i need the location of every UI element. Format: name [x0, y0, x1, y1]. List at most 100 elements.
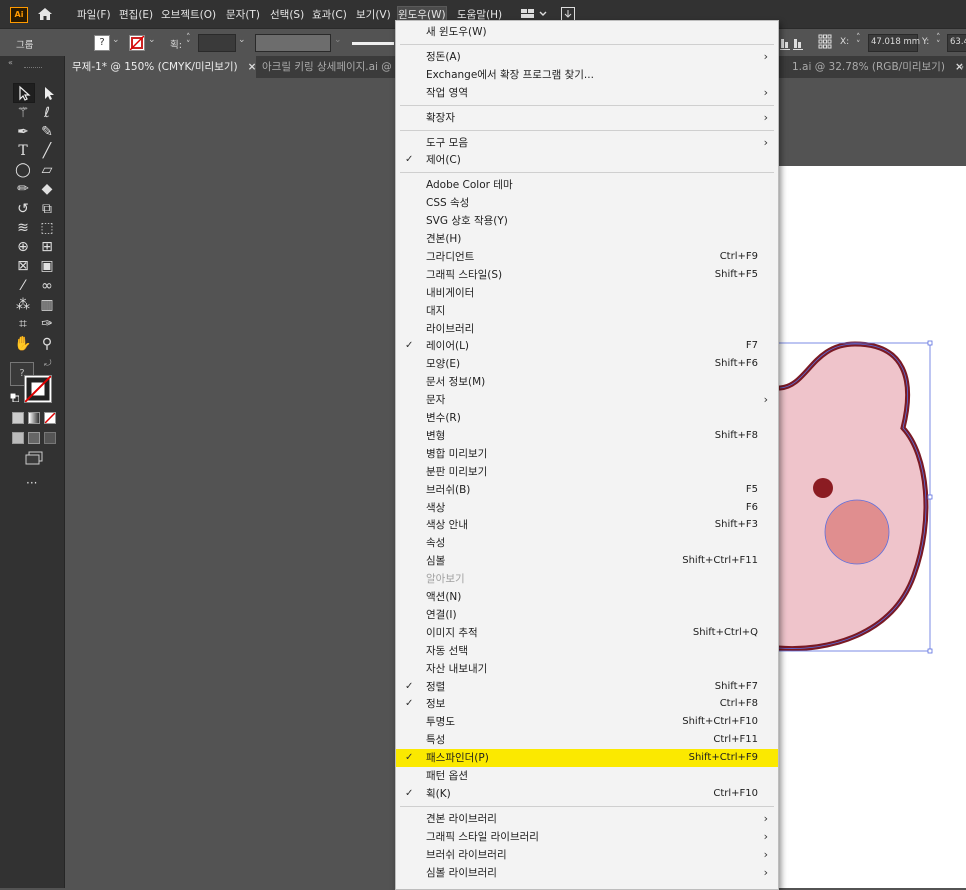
menu-item[interactable]: 브러쉬 라이브러리 ›: [396, 846, 778, 864]
menu-item[interactable]: 액션(N): [396, 588, 778, 606]
menu-item[interactable]: 새 윈도우(W): [396, 23, 778, 41]
workspace-switcher-icon[interactable]: [520, 7, 550, 21]
rotate-tool-icon[interactable]: ↺: [14, 200, 32, 218]
variable-width-dropdown-icon[interactable]: ⌄: [334, 35, 342, 45]
shape-builder-tool-icon[interactable]: ⊕: [14, 238, 32, 256]
menu-item[interactable]: 브러쉬(B) F5: [396, 481, 778, 499]
menu-item[interactable]: 자산 내보내기: [396, 660, 778, 678]
graph-tool-icon[interactable]: ▥: [38, 296, 56, 314]
menu-item[interactable]: ✓ 정렬 Shift+F7: [396, 678, 778, 696]
selection-tool-icon[interactable]: [13, 83, 35, 103]
panel-grip[interactable]: [24, 67, 42, 70]
menu-item[interactable]: 이미지 추적 Shift+Ctrl+Q: [396, 624, 778, 642]
menu-item[interactable]: 문서 정보(M): [396, 373, 778, 391]
width-tool-icon[interactable]: ≋: [14, 219, 32, 237]
menu-item[interactable]: ✓ 제어(C): [396, 151, 778, 169]
eyedropper-tool-icon[interactable]: ⁄: [14, 277, 32, 295]
scale-tool-icon[interactable]: ⧉: [38, 200, 56, 218]
color-mode-icon[interactable]: [12, 412, 24, 424]
menu-item[interactable]: SVG 상호 작용(Y): [396, 212, 778, 230]
curvature-tool-icon[interactable]: ✎: [38, 123, 56, 141]
symbol-sprayer-tool-icon[interactable]: ⁂: [14, 296, 32, 314]
pencil-tool-icon[interactable]: ✏: [14, 180, 32, 198]
tab-1-ai[interactable]: 1.ai @ 32.78% (RGB/미리보기) ×: [784, 56, 966, 78]
menu-item[interactable]: 병합 미리보기: [396, 445, 778, 463]
type-tool-icon[interactable]: T: [14, 142, 32, 160]
draw-inside-icon[interactable]: [44, 432, 56, 444]
menu-5[interactable]: 효과(C): [312, 7, 347, 22]
menu-2[interactable]: 오브젝트(O): [161, 7, 216, 22]
edit-toolbar-icon[interactable]: ···: [26, 476, 37, 490]
fill-dropdown-icon[interactable]: ⌄: [112, 35, 120, 45]
align-icons[interactable]: [780, 35, 810, 51]
mesh-tool-icon[interactable]: ⊠: [14, 257, 32, 275]
menu-0[interactable]: 파일(F): [77, 7, 111, 22]
menu-item[interactable]: 변수(R): [396, 409, 778, 427]
default-colors-icon[interactable]: [9, 392, 20, 403]
menu-item[interactable]: 연결(I): [396, 606, 778, 624]
menu-item[interactable]: 특성 Ctrl+F11: [396, 731, 778, 749]
stroke-weight-dropdown-icon[interactable]: ⌄: [238, 35, 246, 45]
stroke-dropdown-icon[interactable]: ⌄: [148, 35, 156, 45]
magic-wand-tool-icon[interactable]: ⚚: [14, 104, 32, 122]
lasso-tool-icon[interactable]: ℓ: [38, 104, 56, 122]
home-icon[interactable]: [36, 5, 54, 23]
menu-item[interactable]: ✓ 레이어(L) F7: [396, 337, 778, 355]
gradient-mode-icon[interactable]: [28, 412, 40, 424]
menu-1[interactable]: 편집(E): [119, 7, 153, 22]
none-mode-icon[interactable]: [44, 412, 56, 424]
menu-item[interactable]: Exchange에서 확장 프로그램 찾기...: [396, 66, 778, 84]
menu-item[interactable]: 패턴 옵션: [396, 767, 778, 785]
tab-acrylic-keyring[interactable]: 아크릴 키링 상세페이지.ai @: [254, 56, 410, 78]
menu-item[interactable]: ✓ 획(K) Ctrl+F10: [396, 785, 778, 803]
draw-behind-icon[interactable]: [28, 432, 40, 444]
x-field[interactable]: 47.018 mm: [868, 34, 920, 52]
menu-item[interactable]: 색상 안내 Shift+F3: [396, 516, 778, 534]
menu-3[interactable]: 문자(T): [226, 7, 260, 22]
perspective-grid-tool-icon[interactable]: ⊞: [38, 238, 56, 256]
menu-item[interactable]: 속성: [396, 534, 778, 552]
y-stepper-icon[interactable]: ˄ ˅: [936, 34, 941, 50]
fill-swatch[interactable]: ?: [94, 35, 110, 51]
menu-item[interactable]: 문자 ›: [396, 391, 778, 409]
stroke-weight-field[interactable]: [198, 34, 236, 52]
menu-4[interactable]: 선택(S): [270, 7, 304, 22]
menu-item[interactable]: Adobe Color 테마: [396, 176, 778, 194]
ellipse-tool-icon[interactable]: ◯: [14, 161, 32, 179]
menu-item[interactable]: 견본(H): [396, 230, 778, 248]
menu-item[interactable]: 도구 모음 ›: [396, 134, 778, 152]
menu-item[interactable]: ✓ 정보 Ctrl+F8: [396, 695, 778, 713]
menu-item[interactable]: 정돈(A) ›: [396, 48, 778, 66]
artboard-tool-icon[interactable]: ⌗: [14, 315, 32, 333]
draw-normal-icon[interactable]: [12, 432, 24, 444]
menu-6[interactable]: 보기(V): [356, 7, 391, 22]
hand-tool-icon[interactable]: ✋: [14, 335, 32, 353]
tab-untitled-1[interactable]: 무제-1* @ 150% (CMYK/미리보기) ×: [64, 56, 256, 78]
menu-item[interactable]: 그라디언트 Ctrl+F9: [396, 248, 778, 266]
panel-collapse-icon[interactable]: «: [8, 58, 13, 67]
menu-item[interactable]: 투명도 Shift+Ctrl+F10: [396, 713, 778, 731]
pen-tool-icon[interactable]: ✒: [14, 123, 32, 141]
menu-item[interactable]: 변형 Shift+F8: [396, 427, 778, 445]
menu-item[interactable]: 견본 라이브러리 ›: [396, 810, 778, 828]
y-field[interactable]: 63.4: [947, 34, 966, 52]
line-tool-icon[interactable]: ╱: [38, 142, 56, 160]
screen-mode-icon[interactable]: [25, 451, 43, 465]
menu-item[interactable]: 그래픽 스타일 라이브러리 ›: [396, 828, 778, 846]
blend-tool-icon[interactable]: ∞: [38, 277, 56, 295]
menu-item[interactable]: 색상 F6: [396, 499, 778, 517]
menu-item[interactable]: 분판 미리보기: [396, 463, 778, 481]
shaper-tool-icon[interactable]: ▱: [38, 161, 56, 179]
direct-selection-tool-icon[interactable]: [40, 84, 58, 102]
menu-item[interactable]: 확장자 ›: [396, 109, 778, 127]
menu-item[interactable]: 라이브러리: [396, 320, 778, 338]
menu-item[interactable]: 작업 영역 ›: [396, 84, 778, 102]
variable-width-field[interactable]: [255, 34, 331, 52]
menu-item[interactable]: 내비게이터: [396, 284, 778, 302]
swap-fill-stroke-icon[interactable]: ⤾: [44, 359, 52, 369]
brush-stroke-preview[interactable]: [352, 42, 394, 45]
menu-item[interactable]: 심볼 라이브러리 ›: [396, 864, 778, 882]
menu-item[interactable]: 심볼 Shift+Ctrl+F11: [396, 552, 778, 570]
menu-item[interactable]: 대지: [396, 302, 778, 320]
reference-point-icon[interactable]: [818, 34, 832, 50]
